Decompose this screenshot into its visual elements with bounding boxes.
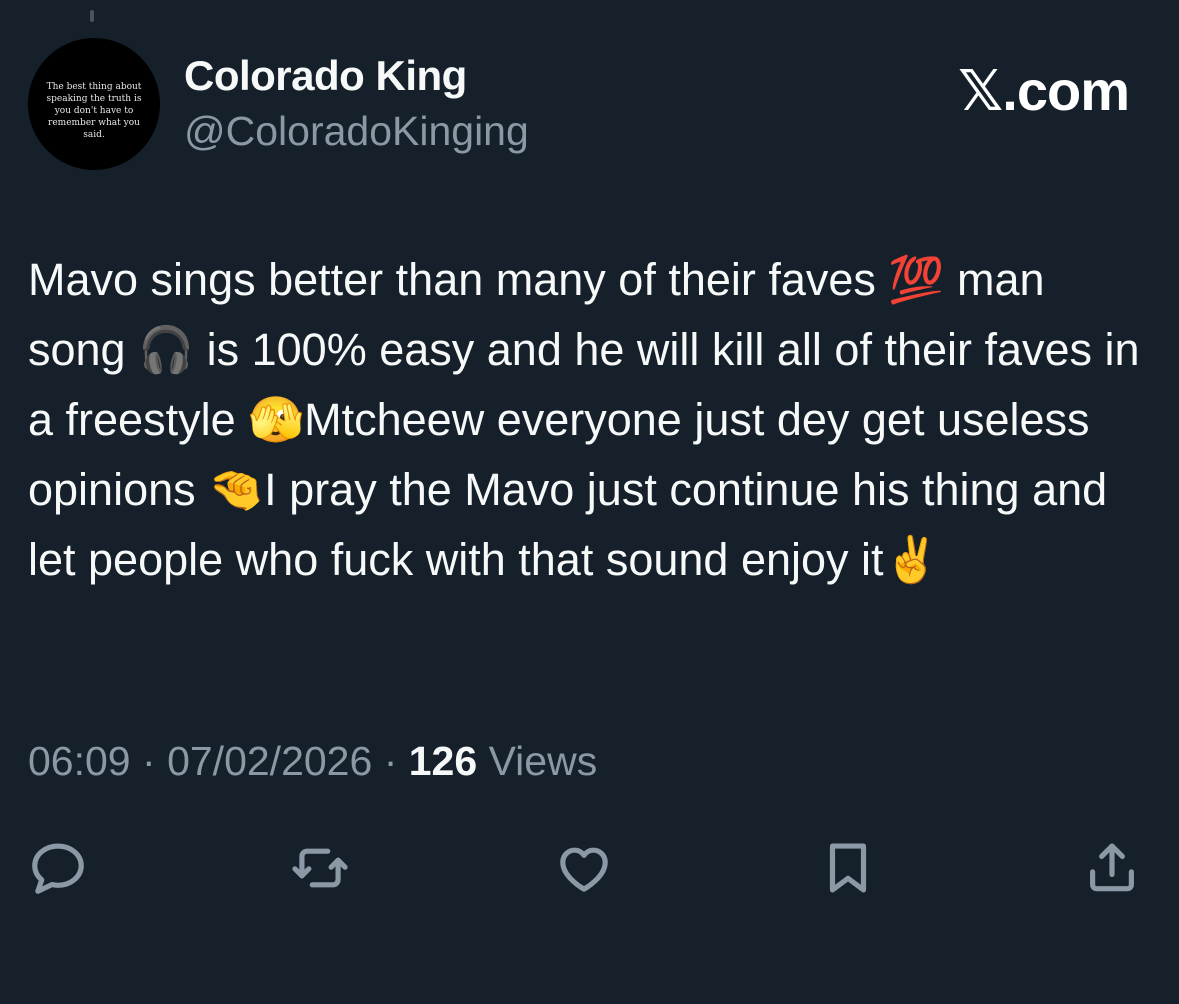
- meta-separator: ·: [142, 738, 156, 784]
- x-com-brand-label: 𝕏.com: [958, 59, 1130, 122]
- avatar[interactable]: The best thing about speaking the truth …: [28, 38, 160, 170]
- like-button[interactable]: [548, 832, 620, 904]
- tweet-date[interactable]: 07/02/2026: [167, 738, 372, 784]
- bookmark-icon: [829, 843, 867, 893]
- reply-icon: [32, 843, 84, 894]
- tweet-time[interactable]: 06:09: [28, 738, 131, 784]
- views-label: Views: [488, 738, 598, 784]
- meta-separator: ·: [383, 738, 398, 784]
- retweet-button[interactable]: [284, 832, 356, 904]
- retweet-icon: [292, 848, 348, 888]
- share-icon: [1090, 843, 1134, 892]
- views-count: 126: [408, 738, 478, 784]
- author-display-name[interactable]: Colorado King: [184, 52, 467, 100]
- author-handle[interactable]: @ColoradoKinging: [184, 108, 529, 155]
- bookmark-button[interactable]: [812, 832, 884, 904]
- tweet-text: Mavo sings better than many of their fav…: [28, 254, 1153, 585]
- heart-icon: [560, 847, 608, 892]
- tweet-meta: 06:09 · 07/02/2026 · 126 Views: [28, 738, 597, 785]
- reply-button[interactable]: [22, 832, 94, 904]
- top-divider-mark: [90, 10, 94, 22]
- tweet-action-bar: [0, 832, 1179, 904]
- avatar-quote-text: The best thing about speaking the truth …: [46, 82, 142, 140]
- share-button[interactable]: [1076, 832, 1148, 904]
